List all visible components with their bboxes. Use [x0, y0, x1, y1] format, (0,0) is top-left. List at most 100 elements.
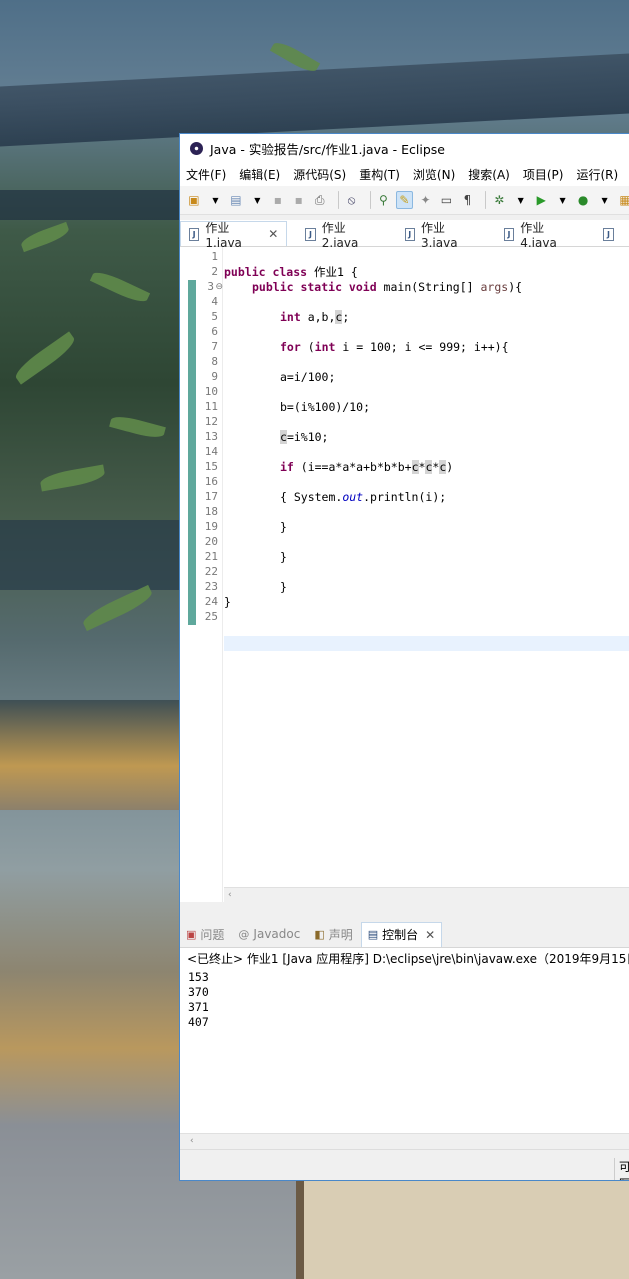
block-selection-icon[interactable]: ▭	[439, 191, 455, 209]
editor-tab-bar: J 作业1.java ✕ J 作业2.java J 作业3.java J 作业4…	[180, 220, 629, 250]
scroll-left-icon[interactable]: ‹	[228, 890, 232, 900]
wallpaper-leaf	[109, 413, 166, 441]
console-output-line: 371	[188, 1000, 209, 1014]
menu-project[interactable]: 项目(P)	[523, 166, 564, 183]
console-output-line: 370	[188, 985, 209, 999]
new-dropdown-icon[interactable]: ▼	[207, 191, 223, 209]
line-number: 10	[204, 385, 218, 398]
line-number: 6	[211, 325, 218, 338]
code-line: for (int i = 100; i <= 999; i++){	[280, 340, 509, 354]
debug-icon[interactable]: ✲	[491, 191, 507, 209]
toolbar: ▣ ▼ ▤ ▼ ▪ ▪ ⎙ ⦸ ⚲ ✎ ✦ ▭ ¶ ✲ ▼ ▶ ▼ ● ▼ ▦	[180, 186, 629, 215]
java-file-icon: J	[503, 227, 515, 241]
toolbar-separator	[337, 191, 339, 209]
console-view[interactable]: <已终止> 作业1 [Java 应用程序] D:\eclipse\jre\bin…	[180, 948, 629, 1148]
eclipse-icon	[190, 141, 203, 155]
tab-label: 作业1.java	[205, 220, 242, 250]
menu-run[interactable]: 运行(R)	[576, 166, 618, 183]
scroll-left-icon[interactable]: ‹	[190, 1136, 194, 1146]
line-number: 11	[204, 400, 218, 413]
line-number: 1	[211, 250, 218, 263]
open-type-icon[interactable]: ⚲	[375, 191, 391, 209]
tab-java-file-1[interactable]: J 作业1.java ✕	[180, 221, 288, 250]
print-icon[interactable]: ⎙	[312, 191, 328, 209]
tab-problems[interactable]: ▣ 问题	[180, 922, 230, 946]
line-number: 23	[204, 580, 218, 593]
menu-refactor[interactable]: 重构(T)	[359, 166, 400, 183]
line-number-gutter: 1 2 3 ⊖ 4 5 6 7 8 9 10 11 12 13 14 15 16…	[196, 247, 223, 902]
tab-label: 作业2.java	[321, 220, 359, 250]
wallpaper-leaf	[19, 221, 71, 253]
menu-edit[interactable]: 编辑(E)	[239, 166, 280, 183]
skip-breakpoints-icon[interactable]: ⦸	[344, 191, 360, 209]
close-icon[interactable]: ✕	[268, 227, 278, 241]
line-number: 9	[211, 370, 218, 383]
code-line: }	[280, 580, 287, 594]
line-number: 16	[204, 475, 218, 488]
line-number: 21	[204, 550, 218, 563]
java-file-icon: J	[404, 227, 415, 241]
close-icon[interactable]: ✕	[425, 928, 435, 942]
show-whitespace-icon[interactable]: ¶	[459, 191, 475, 209]
debug-dropdown-icon[interactable]: ▼	[512, 191, 528, 209]
console-output-line: 153	[188, 970, 209, 984]
external-tools-dropdown-icon[interactable]: ▼	[596, 191, 612, 209]
toggle-highlight-icon[interactable]: ✦	[418, 191, 434, 209]
menu-navigate[interactable]: 浏览(N)	[413, 166, 455, 183]
menu-file[interactable]: 文件(F)	[186, 166, 226, 183]
code-editor[interactable]: 1 2 3 ⊖ 4 5 6 7 8 9 10 11 12 13 14 15 16…	[180, 247, 629, 902]
console-icon: ▤	[367, 928, 379, 941]
code-line: { System.out.println(i);	[280, 490, 447, 504]
code-line: a=i/100;	[280, 370, 336, 384]
code-line: int a,b,c;	[280, 310, 350, 324]
tab-console[interactable]: ▤ 控制台 ✕	[360, 921, 443, 947]
line-number: 14	[204, 445, 218, 458]
console-status-line: <已终止> 作业1 [Java 应用程序] D:\eclipse\jre\bin…	[187, 952, 629, 966]
wallpaper-poster	[296, 1180, 629, 1279]
tab-java-file-3[interactable]: J 作业3.java	[397, 221, 486, 250]
line-number: 18	[204, 505, 218, 518]
java-file-icon: J	[189, 227, 200, 241]
code-line: b=(i%100)/10;	[280, 400, 371, 414]
run-icon[interactable]: ▶	[533, 191, 549, 209]
menu-search[interactable]: 搜索(A)	[468, 166, 510, 183]
save-all-icon[interactable]: ▪	[291, 191, 307, 209]
toolbar-separator	[485, 191, 487, 209]
line-number: 4	[211, 295, 218, 308]
fold-icon[interactable]: ⊖	[215, 282, 223, 292]
wallpaper-leaf	[80, 584, 155, 632]
package-icon[interactable]: ▦	[617, 191, 629, 209]
wallpaper-rail	[0, 190, 190, 220]
title-bar[interactable]: Java - 实验报告/src/作业1.java - Eclipse	[180, 134, 629, 162]
code-line: }	[280, 550, 287, 564]
console-horizontal-scrollbar[interactable]: ‹	[180, 1133, 629, 1148]
tab-java-file-5[interactable]: J	[595, 222, 628, 246]
wallpaper-wall	[0, 520, 190, 590]
mark-occurrences-icon[interactable]: ✎	[396, 191, 413, 209]
menu-source[interactable]: 源代码(S)	[293, 166, 346, 183]
tab-java-file-4[interactable]: J 作业4.java	[496, 221, 585, 250]
code-area[interactable]: public class 作业1 { public static void ma…	[224, 247, 629, 902]
line-number: 2	[211, 265, 218, 278]
new-type-dropdown-icon[interactable]: ▼	[249, 191, 265, 209]
editor-horizontal-scrollbar[interactable]: ‹	[224, 887, 629, 902]
code-line: }	[280, 520, 287, 534]
line-number: 8	[211, 355, 218, 368]
eclipse-window: Java - 实验报告/src/作业1.java - Eclipse 文件(F)…	[179, 133, 629, 1181]
tab-java-file-2[interactable]: J 作业2.java	[297, 221, 386, 250]
window-title: Java - 实验报告/src/作业1.java - Eclipse	[210, 141, 445, 157]
java-file-icon: J	[305, 227, 316, 241]
java-file-icon: J	[602, 227, 614, 241]
save-icon[interactable]: ▪	[270, 191, 286, 209]
new-icon[interactable]: ▣	[186, 191, 202, 209]
wallpaper-leaf	[39, 464, 106, 492]
code-line: }	[224, 595, 231, 609]
line-number: 22	[204, 565, 218, 578]
tab-declaration[interactable]: ◧ 声明	[308, 922, 358, 946]
new-type-icon[interactable]: ▤	[228, 191, 244, 209]
external-tools-icon[interactable]: ●	[575, 191, 591, 209]
line-number: 20	[204, 535, 218, 548]
bottom-panel-tabs: ▣ 问题 @ Javadoc ◧ 声明 ▤ 控制台 ✕	[180, 921, 629, 948]
run-dropdown-icon[interactable]: ▼	[554, 191, 570, 209]
tab-javadoc[interactable]: @ Javadoc	[232, 922, 306, 946]
